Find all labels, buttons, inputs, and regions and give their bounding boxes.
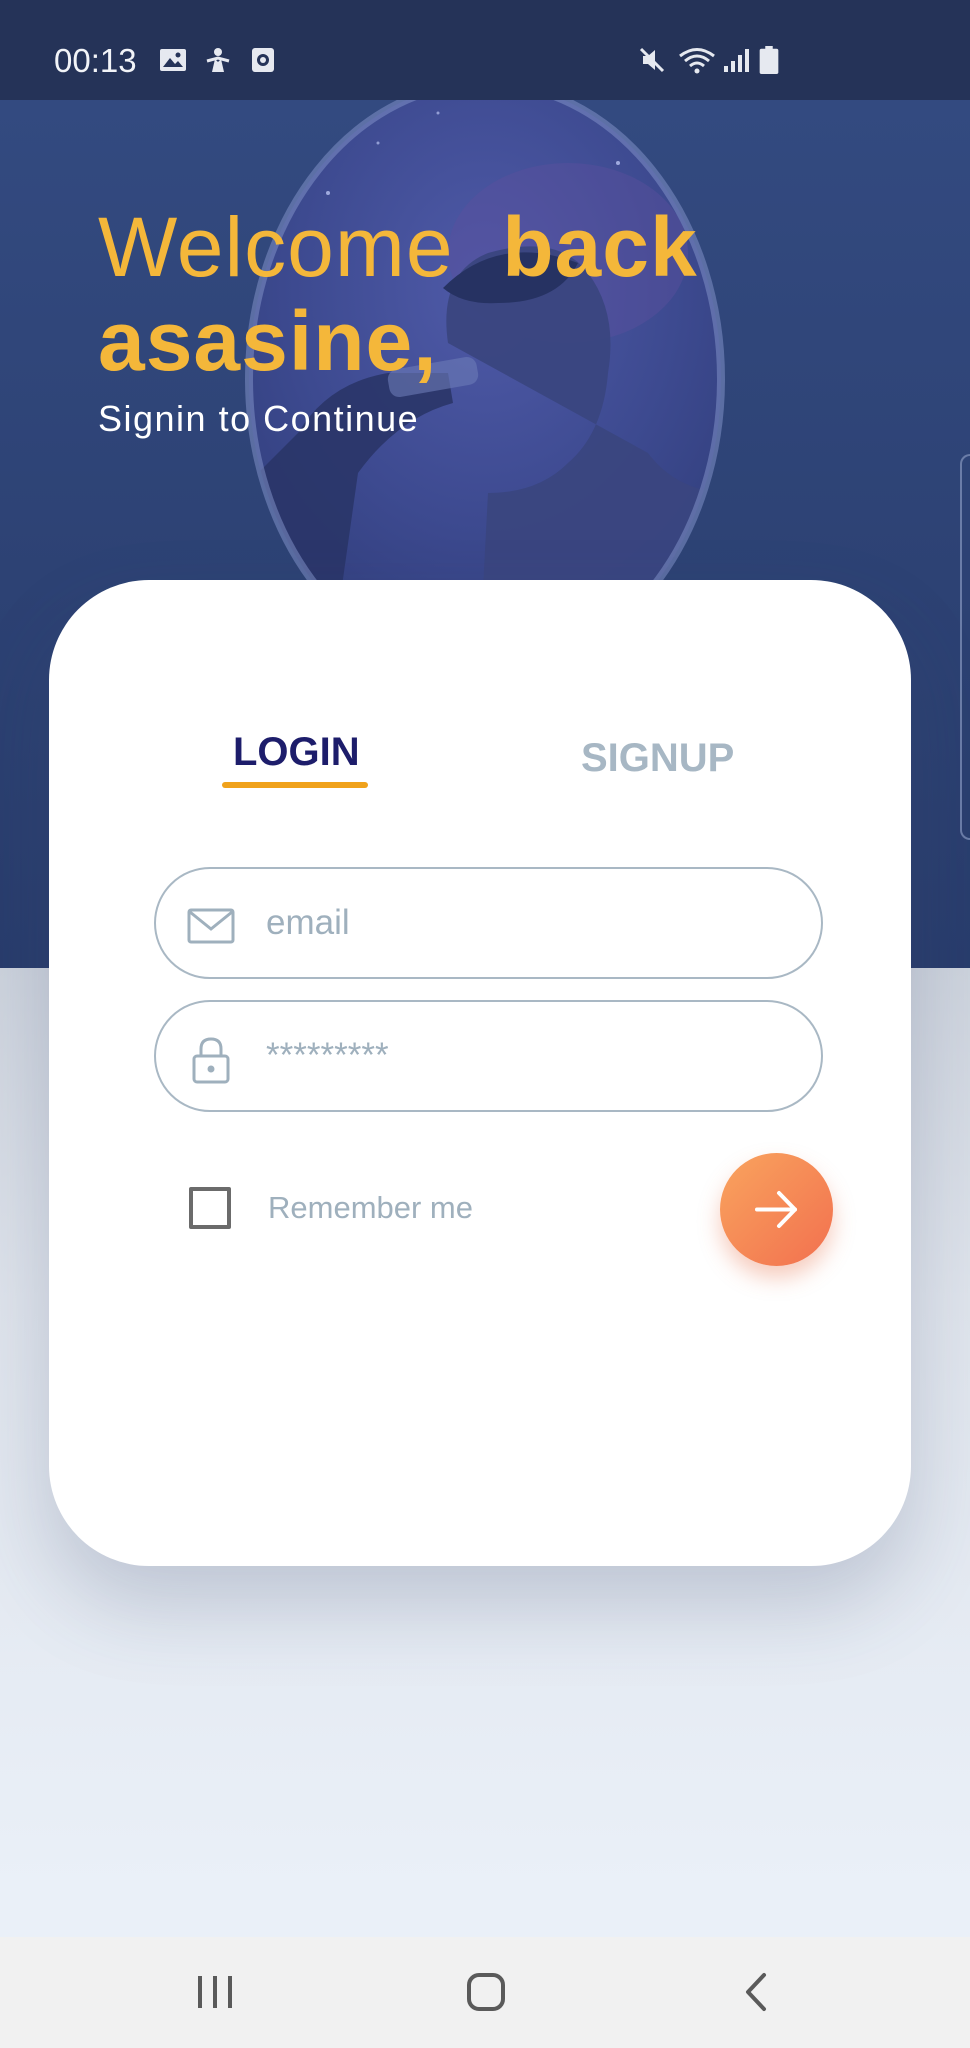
tab-signup[interactable]: SIGNUP — [581, 736, 734, 781]
email-field[interactable] — [154, 867, 823, 979]
auth-card: LOGIN SIGNUP Remember me — [49, 580, 911, 1566]
mute-icon — [639, 47, 665, 73]
username: asasine, — [98, 294, 438, 388]
email-input[interactable] — [266, 869, 786, 977]
system-nav-bar — [0, 1937, 970, 2048]
wifi-icon — [679, 48, 715, 74]
remember-checkbox[interactable] — [189, 1187, 231, 1229]
submit-button[interactable] — [720, 1153, 833, 1266]
accessibility-icon — [206, 48, 230, 72]
active-tab-indicator — [222, 782, 368, 788]
password-input[interactable] — [266, 1002, 786, 1110]
welcome-heading: Welcome back asasine, — [98, 200, 698, 388]
remember-label: Remember me — [268, 1190, 473, 1225]
tab-login[interactable]: LOGIN — [233, 730, 360, 775]
gallery-icon — [160, 49, 186, 71]
home-icon[interactable] — [461, 1967, 511, 2017]
welcome-back-text: back — [502, 200, 698, 294]
lock-icon — [192, 1037, 230, 1084]
recent-apps-icon[interactable] — [190, 1967, 240, 2017]
login-screen: 00:13 Welcome back asasine, Signin to Co… — [0, 0, 970, 2048]
arrow-right-icon — [755, 1191, 797, 1228]
screen-recorder-icon — [252, 48, 274, 72]
signal-icon — [724, 49, 749, 72]
password-field[interactable] — [154, 1000, 823, 1112]
back-icon[interactable] — [732, 1967, 782, 2017]
battery-icon — [759, 46, 779, 74]
edge-panel-handle[interactable] — [960, 454, 970, 840]
welcome-text: Welcome — [98, 200, 454, 294]
status-bar: 00:13 — [0, 0, 970, 100]
mail-icon — [187, 908, 235, 944]
status-time: 00:13 — [54, 42, 137, 79]
signin-subtitle: Signin to Continue — [98, 398, 420, 439]
